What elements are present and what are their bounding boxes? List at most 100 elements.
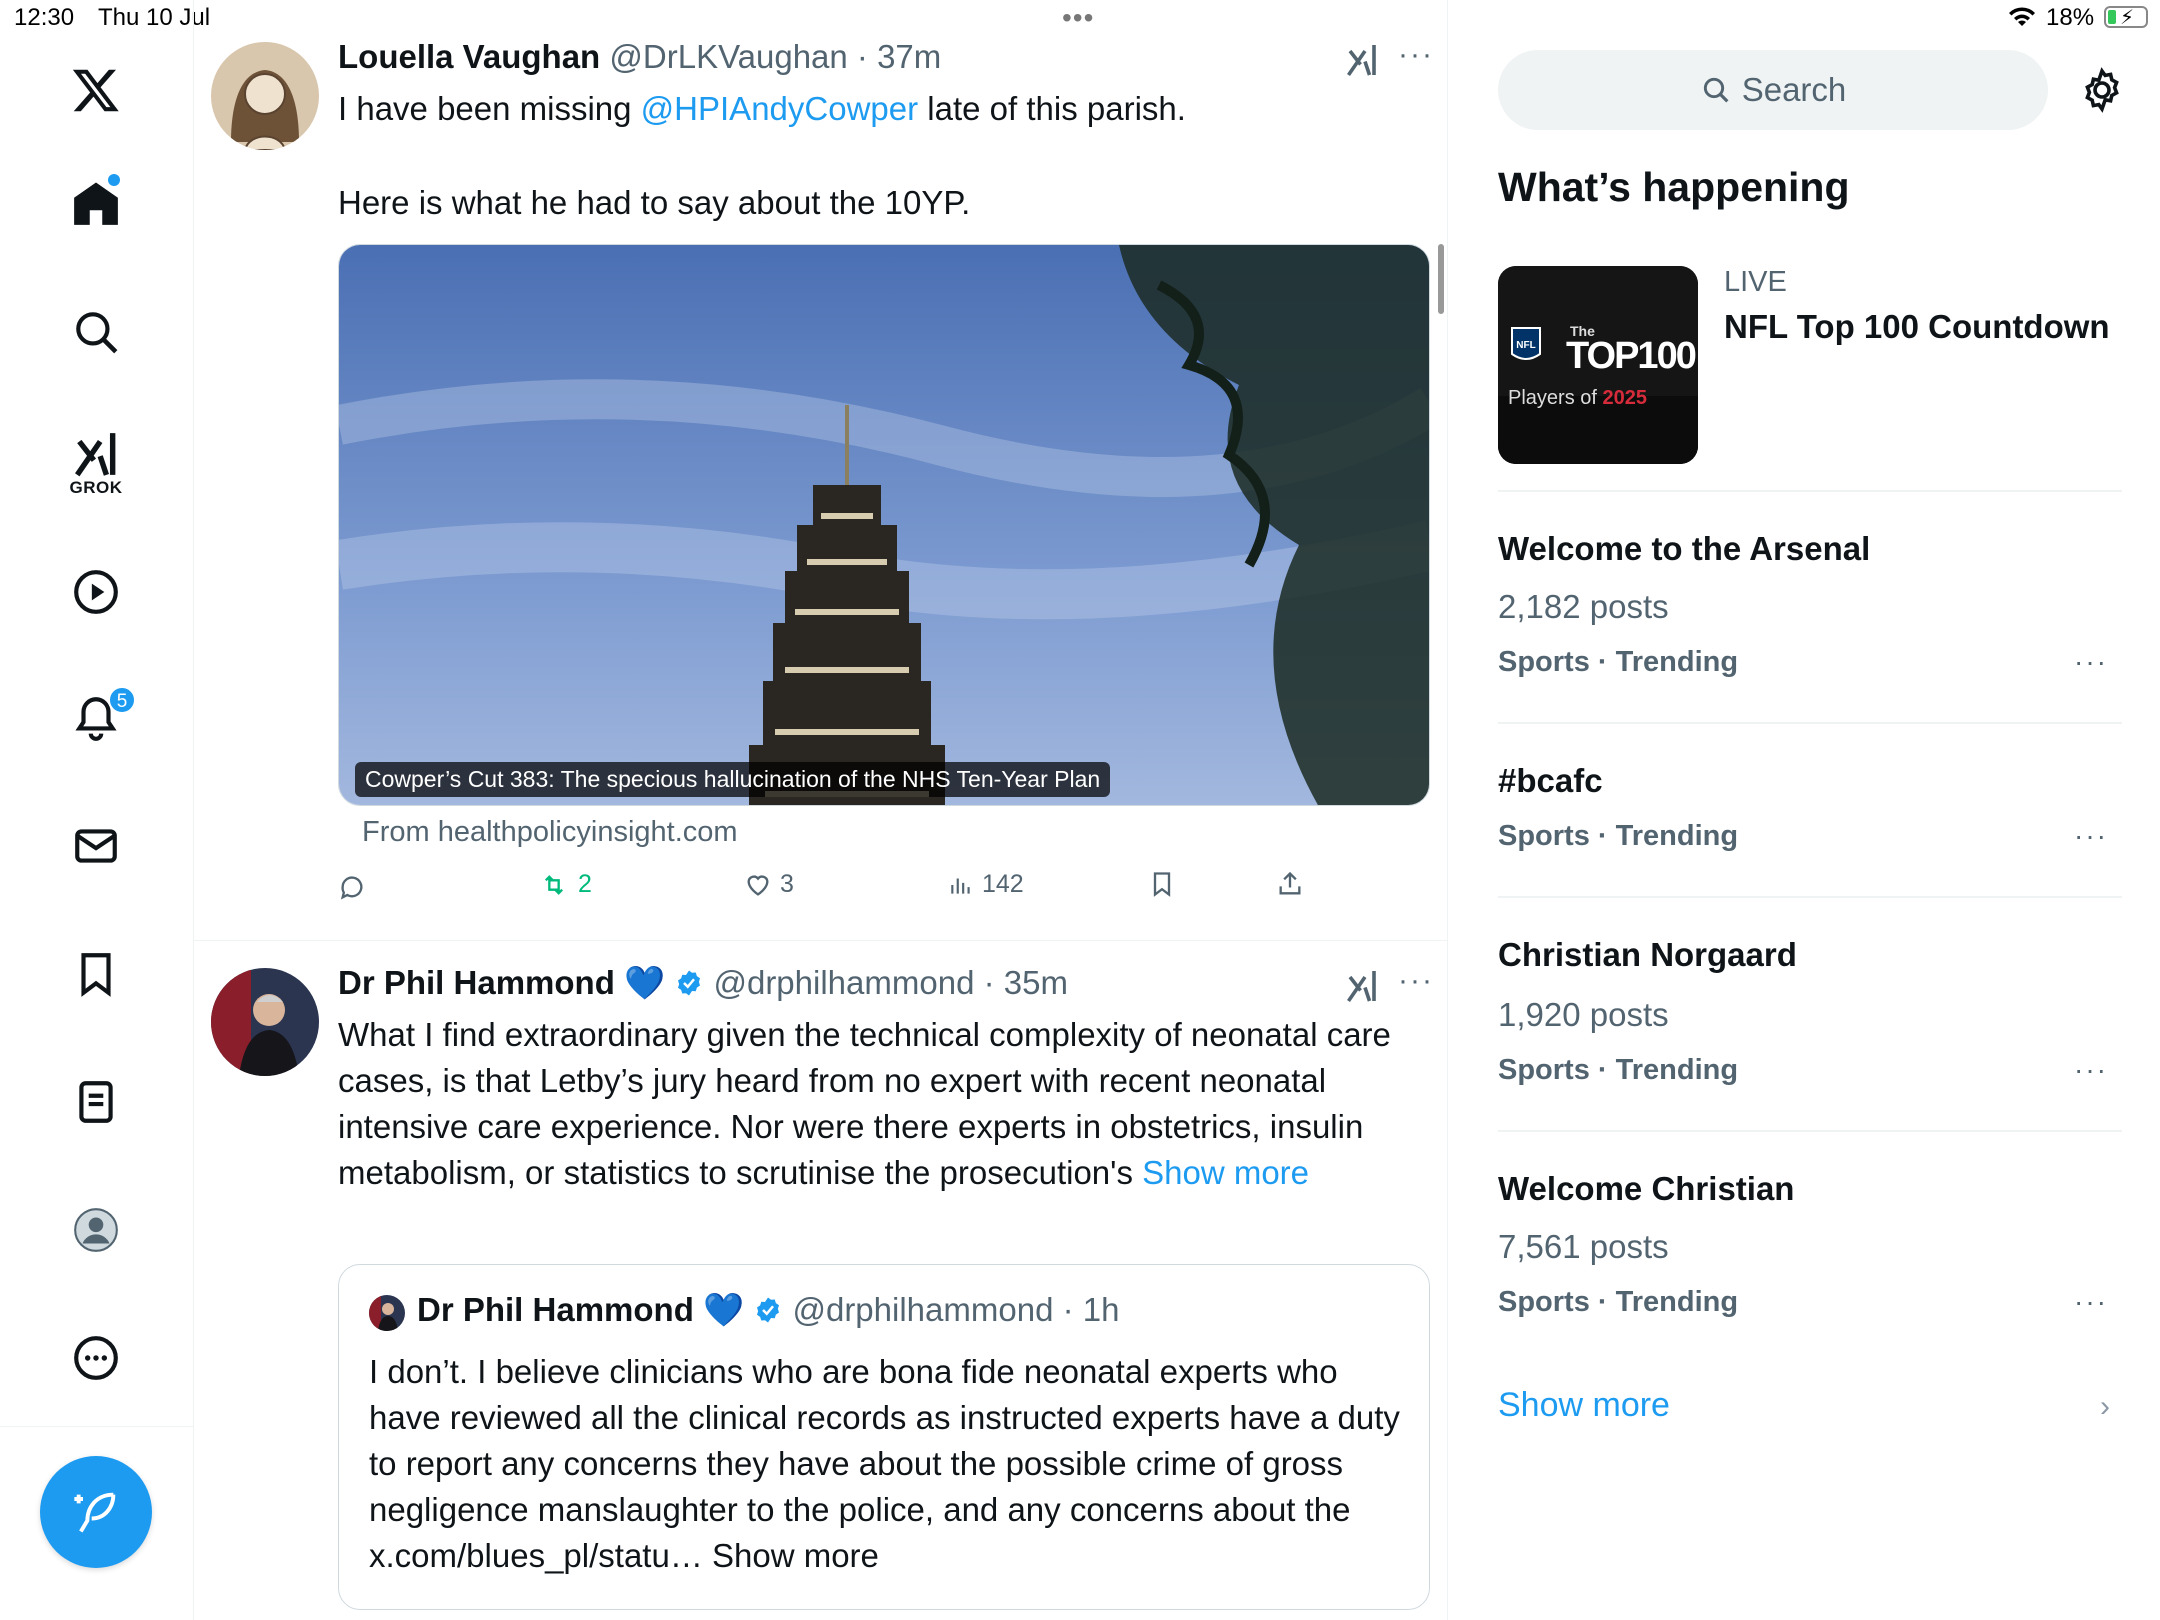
share-button[interactable] [1276,870,1304,898]
views-count: 142 [982,870,1024,898]
scrollbar-thumb[interactable] [1438,244,1444,314]
live-label: LIVE [1724,266,1787,298]
author-handle-time[interactable]: @DrLKVaughan · 37m [609,38,941,75]
left-navigation: GROK 5 [0,0,194,1620]
quote-avatar [369,1295,405,1331]
tweet-more-icon[interactable]: ··· [1398,38,1434,72]
share-icon [1279,871,1301,895]
quote-header: Dr Phil Hammond 💙 @drphilhammond · 1h [417,1291,1119,1330]
tweet-divider [194,940,1448,941]
quote-author-name: Dr Phil Hammond [417,1291,694,1328]
messages-envelope-icon[interactable] [62,812,130,880]
trend-more-icon[interactable]: ··· [2074,646,2108,678]
quote-handle-time: @drphilhammond · 1h [792,1291,1120,1328]
trend-post-count: 1,920 posts [1498,996,1669,1033]
verified-badge-icon [678,970,701,996]
bookmark-icon[interactable] [62,940,130,1008]
trend-category: Sports · Trending [1498,1286,1739,1318]
tweet-text: I have been missing @HPIAndyCowper late … [338,86,1428,132]
repost-button[interactable]: 2 [538,870,592,899]
trend-title[interactable]: Welcome Christian [1498,1170,1794,1208]
whats-happening-heading: What’s happening [1498,164,1850,210]
repost-icon [545,874,563,895]
views-chart-icon [951,878,970,894]
thumb-players-text: Players of 2025 [1508,387,1647,409]
trend-category: Sports · Trending [1498,820,1739,852]
profile-avatar-icon[interactable] [62,1196,130,1264]
trend-more-icon[interactable]: ··· [2074,820,2108,852]
more-options-icon[interactable] [62,1324,130,1392]
trend-divider [1498,1130,2122,1132]
author-name[interactable]: Louella Vaughan [338,38,600,75]
chevron-right-icon: › [2100,1390,2110,1423]
quoted-tweet-card[interactable]: Dr Phil Hammond 💙 @drphilhammond · 1h I … [338,1264,1430,1610]
nav-divider [0,1426,194,1427]
tweet-text-part: late of this parish. [918,90,1186,127]
link-card-image[interactable]: Cowper’s Cut 383: The specious hallucina… [338,244,1430,806]
reply-icon [340,876,363,900]
search-icon [1703,77,1729,103]
pagoda-photo [339,245,1429,805]
trend-divider [1498,896,2122,898]
link-source[interactable]: From healthpolicyinsight.com [362,816,738,849]
trend-title[interactable]: #bcafc [1498,762,1603,800]
wifi-icon [2006,4,2038,33]
bookmark-small-icon [1153,872,1171,897]
trend-more-icon[interactable]: ··· [2074,1286,2108,1318]
mention-link[interactable]: @HPIAndyCowper [641,90,918,127]
media-caption: Cowper’s Cut 383: The specious hallucina… [355,762,1111,797]
repost-count: 2 [578,870,592,898]
settings-gear-icon[interactable] [2078,66,2126,119]
thumb-nfl-text: NFL [1516,340,1535,351]
like-button[interactable]: 3 [744,870,794,899]
show-more-trends-link[interactable]: Show more [1498,1386,1670,1425]
grok-explain-icon[interactable] [1344,968,1380,1009]
tweet-text-line2: Here is what he had to say about the 10Y… [338,184,971,221]
trend-title[interactable]: Welcome to the Arsenal [1498,530,1870,568]
compose-feather-icon [74,1492,116,1533]
live-event-title[interactable]: NFL Top 100 Countdown [1724,308,2110,346]
verified-badge-icon [757,1297,780,1323]
battery-percent: 18% [2046,4,2095,31]
trend-divider [1498,722,2122,724]
compose-post-button[interactable] [40,1456,152,1568]
live-event-thumbnail[interactable]: NFL The TOP100 Players of 2025 [1498,266,1698,464]
home-unread-dot [108,174,120,186]
trend-divider [1498,490,2122,492]
lists-icon[interactable] [62,1068,130,1136]
heart-icon [747,874,769,896]
thumb-top100-text: TOP100 [1566,335,1696,377]
trend-title[interactable]: Christian Norgaard [1498,936,1797,974]
search-input[interactable]: Search [1498,50,2048,130]
notifications-count-badge: 5 [108,686,136,714]
trend-post-count: 7,561 posts [1498,1228,1669,1265]
tweet-text-part: I have been missing [338,90,641,127]
show-more-link[interactable]: Show more [1142,1154,1309,1191]
search-placeholder: Search [1741,71,1847,108]
heart-emoji: 💙 [703,1291,745,1328]
search-icon[interactable] [62,298,130,366]
avatar[interactable] [211,968,319,1076]
reply-button[interactable] [338,874,366,902]
author-name[interactable]: Dr Phil Hammond [338,964,615,1001]
views-button[interactable]: 142 [948,870,1024,899]
grok-explain-icon[interactable] [1344,42,1380,83]
heart-emoji: 💙 [624,964,666,1001]
avatar[interactable] [211,42,319,150]
tweet-text: What I find extraordinary given the tech… [338,1012,1398,1196]
tweet-header: Louella Vaughan @DrLKVaughan · 37m [338,38,941,76]
x-logo-icon[interactable] [62,56,130,124]
trend-post-count: 2,182 posts [1498,588,1669,625]
video-icon[interactable] [62,558,130,626]
trend-category: Sports · Trending [1498,1054,1739,1086]
like-count: 3 [780,870,794,898]
grok-label: GROK [69,478,123,497]
quote-text: I don’t. I believe clinicians who are bo… [369,1353,1400,1574]
trend-category: Sports · Trending [1498,646,1739,678]
battery-icon: ⚡ [2104,6,2148,29]
author-handle-time[interactable]: @drphilhammond · 35m [713,964,1067,1001]
tweet-more-icon[interactable]: ··· [1398,964,1434,998]
trend-more-icon[interactable]: ··· [2074,1054,2108,1086]
tweet-header: Dr Phil Hammond 💙 @drphilhammond · 35m [338,964,1068,1003]
bookmark-button[interactable] [1148,870,1176,898]
